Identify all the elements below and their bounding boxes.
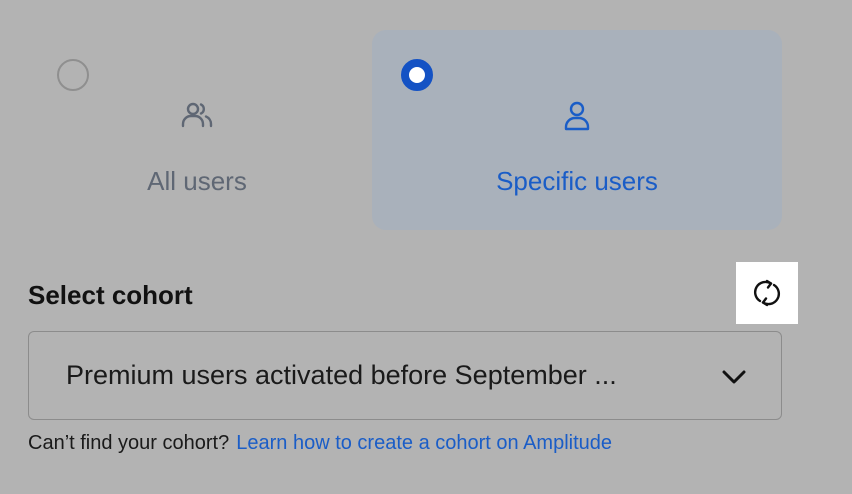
cohort-select-value: Premium users activated before September…: [66, 360, 617, 390]
user-icon: [564, 101, 590, 131]
all-users-option[interactable]: All users: [0, 30, 410, 230]
cohort-picker-panel: All users Specific users Select cohort P…: [0, 0, 852, 494]
refresh-cohorts-button[interactable]: [736, 262, 798, 324]
cohort-help-question: Can’t find your cohort?: [28, 432, 230, 454]
refresh-icon: [753, 279, 781, 307]
specific-users-label: Specific users: [496, 166, 658, 196]
cohort-select[interactable]: Premium users activated before September…: [28, 331, 782, 420]
users-icon: [181, 102, 213, 128]
cohort-help-text: Can’t find your cohort? Learn how to crea…: [28, 432, 612, 455]
all-users-label: All users: [147, 166, 247, 196]
all-users-radio[interactable]: [57, 59, 89, 91]
select-cohort-label: Select cohort: [28, 280, 193, 310]
chevron-down-icon: [722, 370, 746, 384]
create-cohort-help-link[interactable]: Learn how to create a cohort on Amplitud…: [236, 432, 612, 454]
specific-users-option[interactable]: Specific users: [372, 30, 782, 230]
specific-users-radio[interactable]: [401, 59, 433, 91]
